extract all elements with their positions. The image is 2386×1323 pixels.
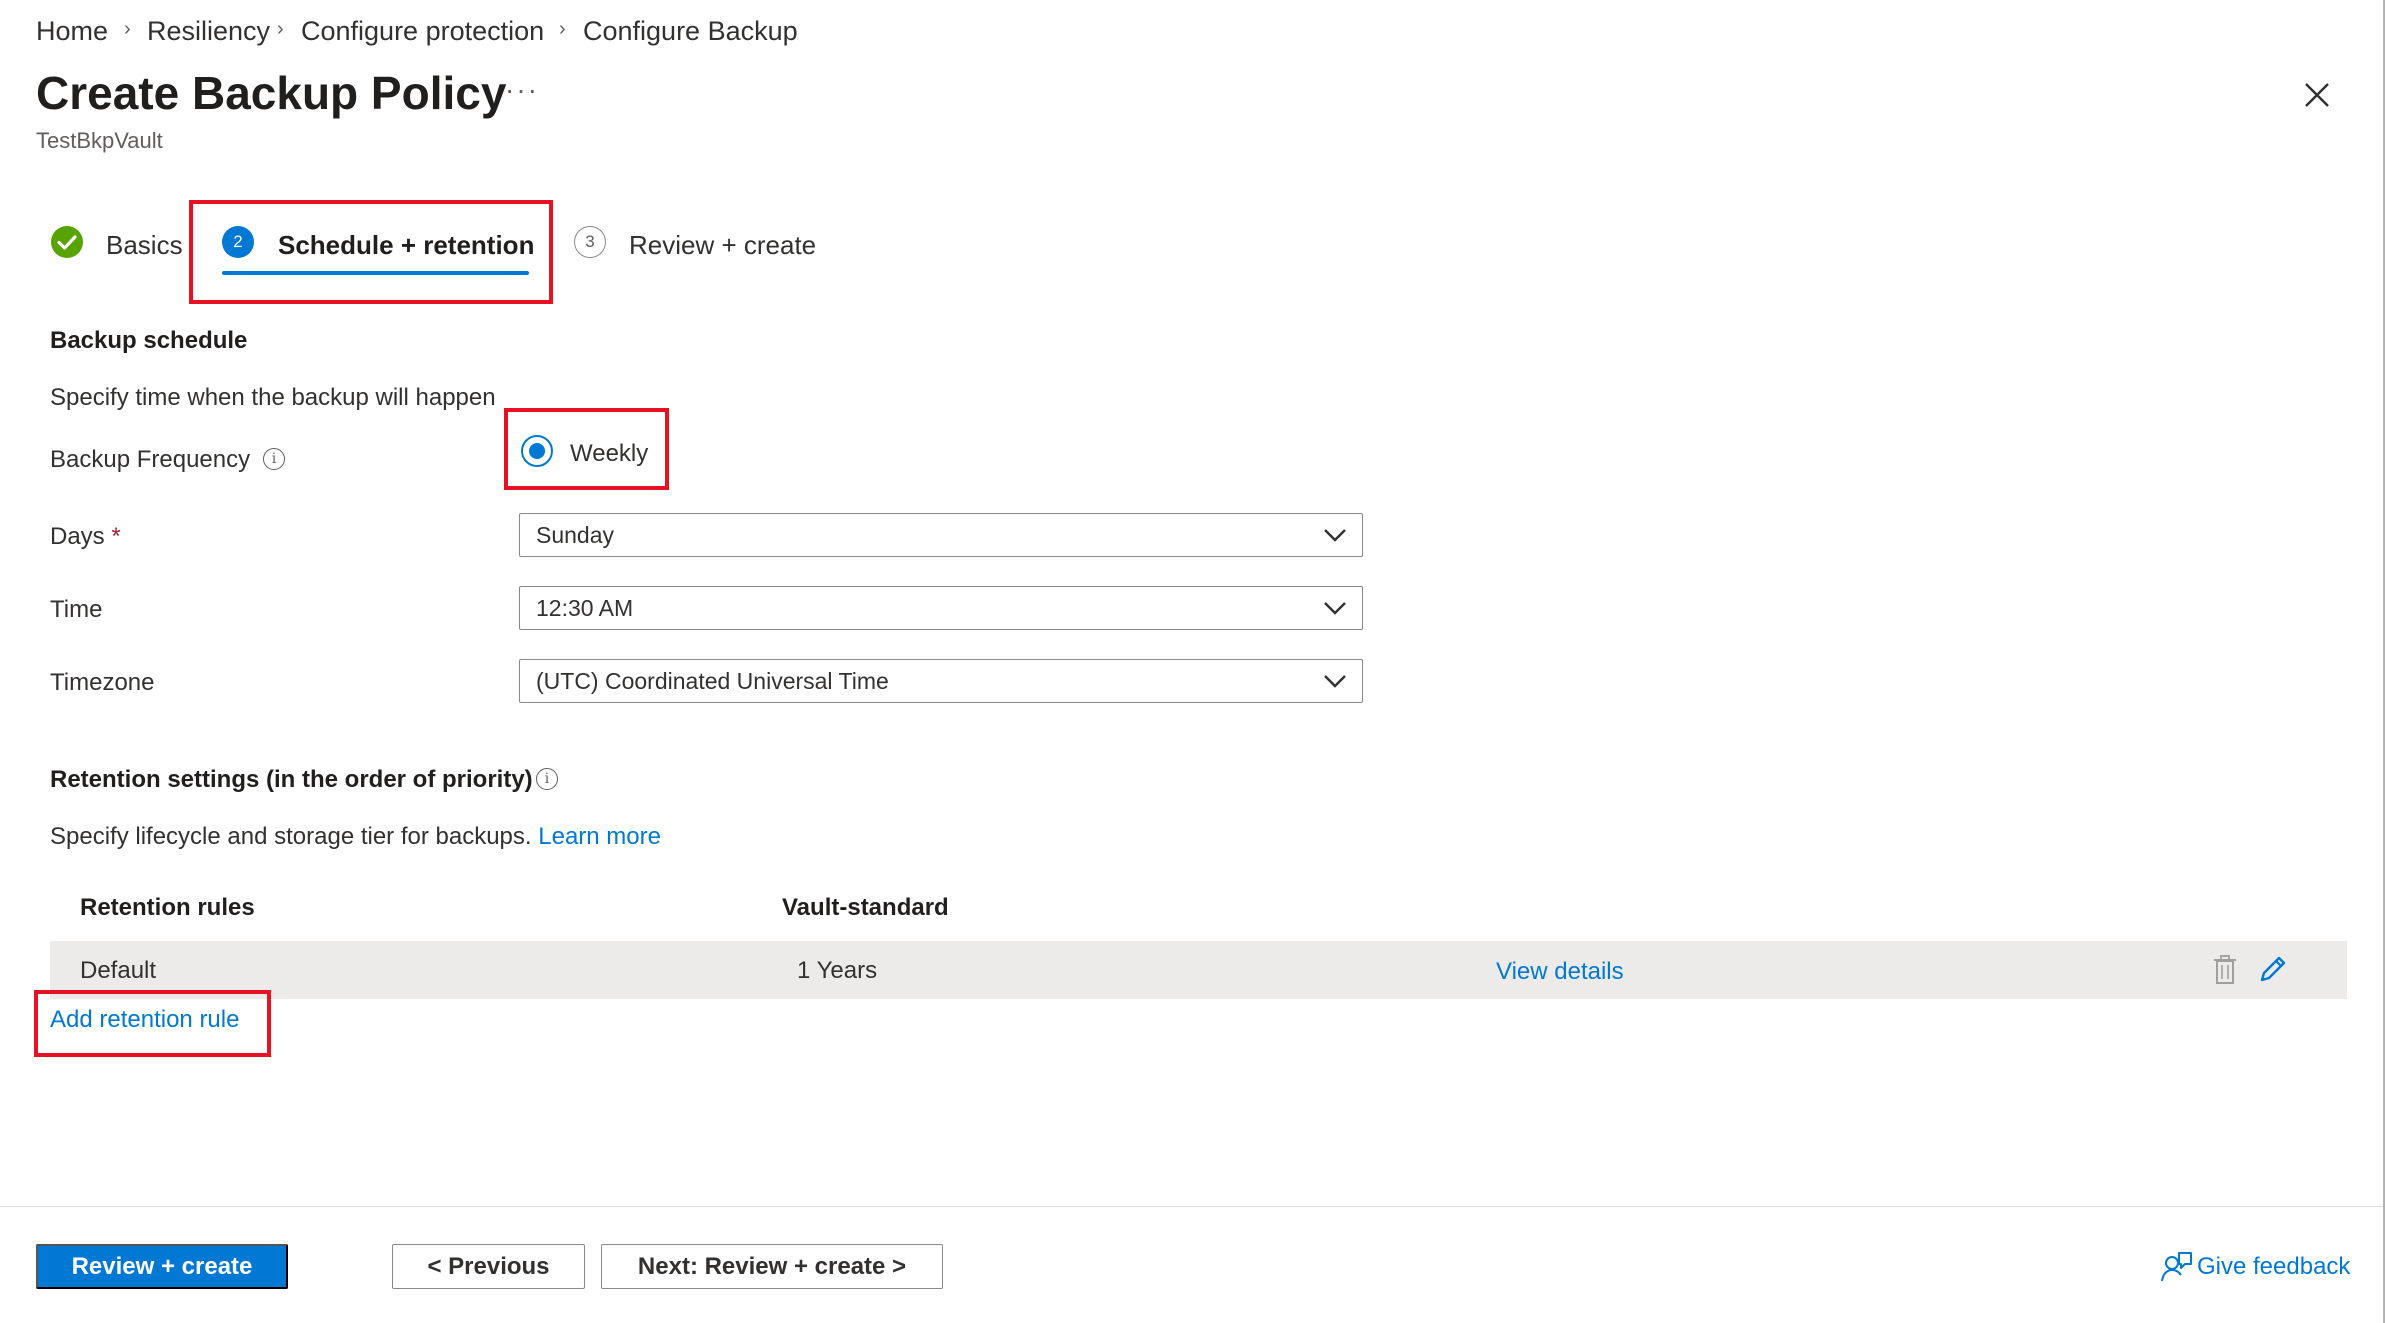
days-label-text: Days xyxy=(50,523,105,550)
step-2-icon: 2 xyxy=(222,226,254,258)
step-3-icon: 3 xyxy=(574,226,606,258)
tab-schedule-retention[interactable]: Schedule + retention xyxy=(278,230,534,261)
review-create-button[interactable]: Review + create xyxy=(36,1244,288,1289)
column-header-vault-standard: Vault-standard xyxy=(782,894,949,921)
footer-divider xyxy=(0,1206,2383,1207)
days-dropdown[interactable]: Sunday xyxy=(519,513,1363,557)
learn-more-link[interactable]: Learn more xyxy=(538,823,661,850)
delete-button[interactable] xyxy=(2212,954,2238,986)
tab-basics[interactable]: Basics xyxy=(106,230,183,261)
time-dropdown[interactable]: 12:30 AM xyxy=(519,586,1363,630)
more-options-button[interactable]: ··· xyxy=(505,74,539,106)
feedback-person-icon xyxy=(2161,1252,2192,1282)
tab-review-create[interactable]: Review + create xyxy=(629,230,816,261)
vault-name: TestBkpVault xyxy=(36,128,163,153)
time-label: Time xyxy=(50,596,103,623)
rule-name: Default xyxy=(80,957,157,984)
table-row[interactable] xyxy=(50,941,2347,999)
retention-description-text: Specify lifecycle and storage tier for b… xyxy=(50,823,532,850)
required-marker: * xyxy=(111,523,121,550)
page-title: Create Backup Policy xyxy=(36,67,507,119)
chevron-down-icon xyxy=(1324,602,1346,615)
view-details-link[interactable]: View details xyxy=(1496,958,1624,986)
retention-settings-heading: Retention settings (in the order of prio… xyxy=(50,766,533,793)
add-retention-rule-link[interactable]: Add retention rule xyxy=(50,1006,239,1034)
timezone-label: Timezone xyxy=(50,669,155,696)
create-backup-policy-blade: Home › Resiliency › Configure protection… xyxy=(0,0,2386,1323)
edit-button[interactable] xyxy=(2256,954,2288,986)
breadcrumb-configure-protection[interactable]: Configure protection xyxy=(301,16,544,47)
active-tab-indicator xyxy=(222,271,529,275)
chevron-down-icon xyxy=(1324,529,1346,542)
info-icon[interactable]: i xyxy=(263,448,285,470)
timezone-dropdown-value: (UTC) Coordinated Universal Time xyxy=(536,668,889,694)
info-icon[interactable]: i xyxy=(536,768,558,790)
schedule-description: Specify time when the backup will happen xyxy=(50,384,496,411)
give-feedback-link[interactable]: Give feedback xyxy=(2197,1253,2350,1281)
breadcrumb-configure-backup[interactable]: Configure Backup xyxy=(583,16,798,47)
tab-basics-status xyxy=(50,225,84,259)
timezone-dropdown[interactable]: (UTC) Coordinated Universal Time xyxy=(519,659,1363,703)
weekly-radio-label[interactable]: Weekly xyxy=(570,440,648,468)
backup-schedule-heading: Backup schedule xyxy=(50,327,248,354)
rule-duration: 1 Years xyxy=(797,957,878,984)
radio-selected-dot xyxy=(529,443,545,459)
blade-edge xyxy=(2383,0,2385,1323)
breadcrumb-separator: › xyxy=(124,18,131,40)
breadcrumb-separator: › xyxy=(559,18,566,40)
time-dropdown-value: 12:30 AM xyxy=(536,595,634,621)
weekly-radio[interactable] xyxy=(521,435,553,467)
retention-description: Specify lifecycle and storage tier for b… xyxy=(50,823,661,851)
chevron-down-icon xyxy=(1324,675,1346,688)
trash-icon xyxy=(2214,955,2236,984)
breadcrumb-resiliency[interactable]: Resiliency xyxy=(147,16,270,47)
pencil-icon xyxy=(2260,956,2286,982)
feedback-icon-wrapper[interactable] xyxy=(2160,1250,2194,1284)
days-dropdown-value: Sunday xyxy=(536,522,615,548)
close-icon xyxy=(2305,83,2329,107)
previous-button[interactable]: < Previous xyxy=(392,1244,585,1289)
days-label: Days * xyxy=(50,523,121,551)
column-header-retention-rules: Retention rules xyxy=(80,894,255,921)
breadcrumb-separator: › xyxy=(277,18,284,40)
backup-frequency-label: Backup Frequency xyxy=(50,446,251,473)
check-circle-icon xyxy=(51,226,83,258)
breadcrumb-home[interactable]: Home xyxy=(36,16,108,47)
next-button[interactable]: Next: Review + create > xyxy=(601,1244,943,1289)
close-button[interactable] xyxy=(2300,78,2334,112)
